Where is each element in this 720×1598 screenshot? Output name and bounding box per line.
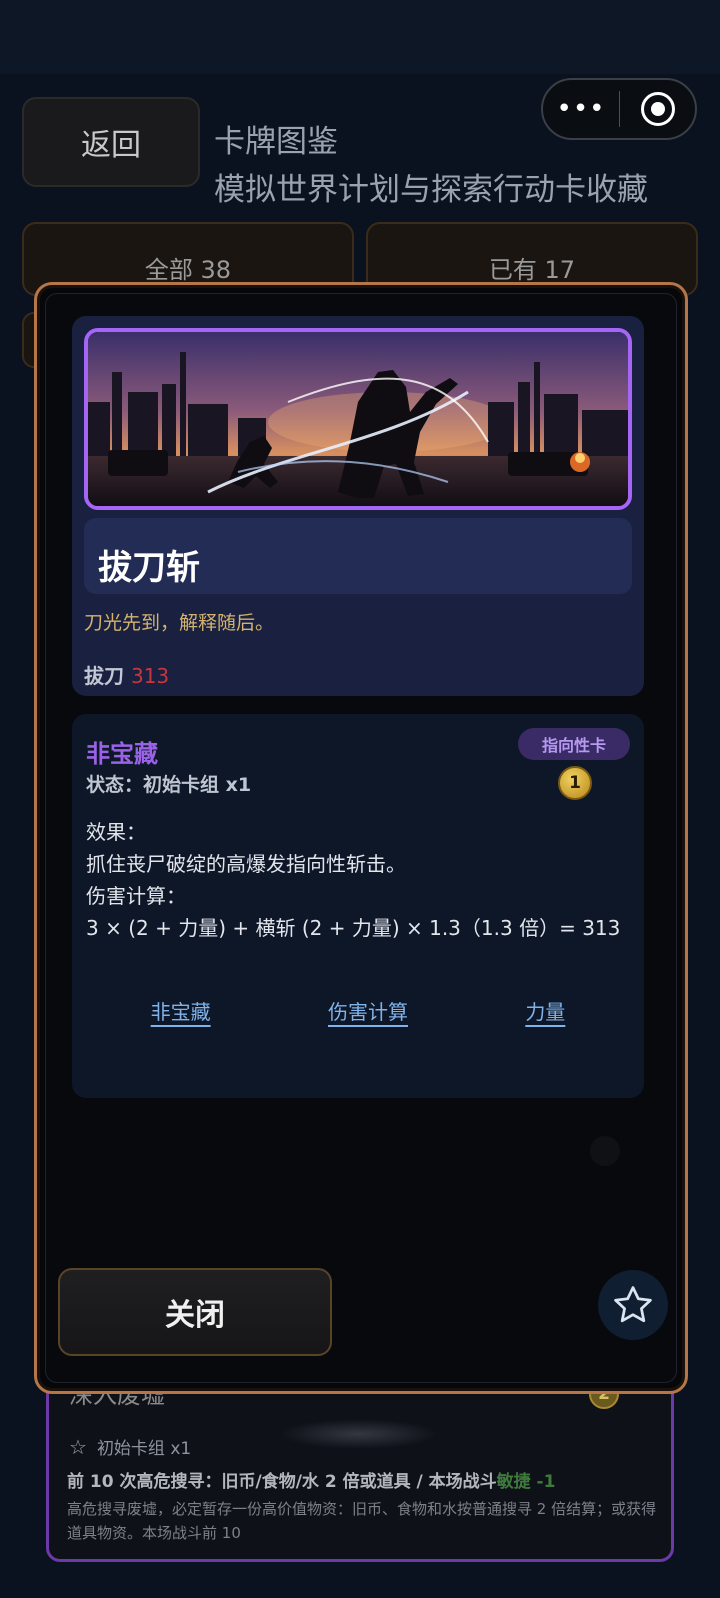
keyword-links: 非宝藏 伤害计算 力量 xyxy=(72,996,644,1025)
page-subtitle: 模拟世界计划与探索行动卡收藏 xyxy=(214,172,648,208)
card-name-bar: 拔刀斩 xyxy=(84,518,632,594)
link-damage-calc[interactable]: 伤害计算 xyxy=(316,996,420,1025)
link-non-treasure[interactable]: 非宝藏 xyxy=(139,996,223,1025)
card-detail-modal: 拔刀斩 刀光先到，解释随后。 拔刀 313 非宝藏 状态：初始卡组 x1 指向性… xyxy=(34,282,688,1394)
card-art-illustration xyxy=(88,332,628,506)
card-stat: 拔刀 313 xyxy=(84,660,169,689)
modal-inner: 拔刀斩 刀光先到，解释随后。 拔刀 313 非宝藏 状态：初始卡组 x1 指向性… xyxy=(45,293,677,1383)
link-strength[interactable]: 力量 xyxy=(513,996,577,1025)
star-icon xyxy=(614,1286,652,1323)
damage-calc-label: 伤害计算： xyxy=(86,884,186,908)
faded-content-row xyxy=(72,1124,644,1184)
card-art xyxy=(84,328,632,510)
card-type-badge: 指向性卡 xyxy=(518,728,630,760)
background-card-status-text: 初始卡组 x1 xyxy=(96,1439,192,1459)
background-card-effect: 前 10 次高危搜寻：旧币/食物/水 2 倍或道具 / 本场战斗敏捷 -1 xyxy=(67,1467,555,1492)
target-ring xyxy=(640,92,675,126)
background-card-desc: 高危搜寻废墟，必定暂存一份高价值物资：旧币、食物和水按普通搜寻 2 倍结算；或获… xyxy=(67,1500,657,1542)
effect-label: 效果： xyxy=(86,820,146,844)
card-flavor-text: 刀光先到，解释随后。 xyxy=(84,612,275,634)
star-outline-icon[interactable]: ☆ xyxy=(69,1435,87,1459)
effect-text: 抓住丧尸破绽的高爆发指向性斩击。 xyxy=(86,852,406,876)
close-miniprogram-icon[interactable] xyxy=(620,80,695,138)
back-button[interactable]: 返回 xyxy=(22,97,200,187)
page-title: 卡牌图鉴 xyxy=(214,124,338,160)
card-stat-label: 拔刀 xyxy=(84,664,124,688)
status-bar xyxy=(0,0,720,74)
background-card-status: ☆ 初始卡组 x1 xyxy=(69,1434,192,1460)
card-rarity: 非宝藏 xyxy=(86,740,158,768)
more-options-icon[interactable]: ••• xyxy=(543,80,619,138)
card-hero-panel: 拔刀斩 刀光先到，解释随后。 拔刀 313 xyxy=(72,316,644,696)
close-button[interactable]: 关闭 xyxy=(58,1268,332,1356)
card-cost-badge: 1 xyxy=(558,766,592,800)
card-info-panel: 非宝藏 状态：初始卡组 x1 指向性卡 1 效果： 抓住丧尸破绽的高爆发指向性斩… xyxy=(72,714,644,1098)
target-dot xyxy=(650,102,665,116)
background-card-effect-green: 敏捷 -1 xyxy=(496,1472,556,1492)
background-card[interactable]: 深入废墟 2 ☆ 初始卡组 x1 前 10 次高危搜寻：旧币/食物/水 2 倍或… xyxy=(46,1366,674,1562)
damage-calc-text: 3 × (2 + 力量) + 横斩 (2 + 力量) × 1.3（1.3 倍）=… xyxy=(86,916,621,940)
card-stat-value: 313 xyxy=(130,664,170,688)
miniprogram-capsule: ••• xyxy=(541,78,697,140)
background-card-effect-main: 前 10 次高危搜寻：旧币/食物/水 2 倍或道具 / 本场战斗 xyxy=(67,1472,497,1492)
card-art-glow xyxy=(279,1419,439,1449)
card-state: 状态：初始卡组 x1 xyxy=(86,774,252,796)
card-name: 拔刀斩 xyxy=(98,548,200,588)
faded-badge xyxy=(590,1136,620,1166)
favorite-button[interactable] xyxy=(598,1270,668,1340)
